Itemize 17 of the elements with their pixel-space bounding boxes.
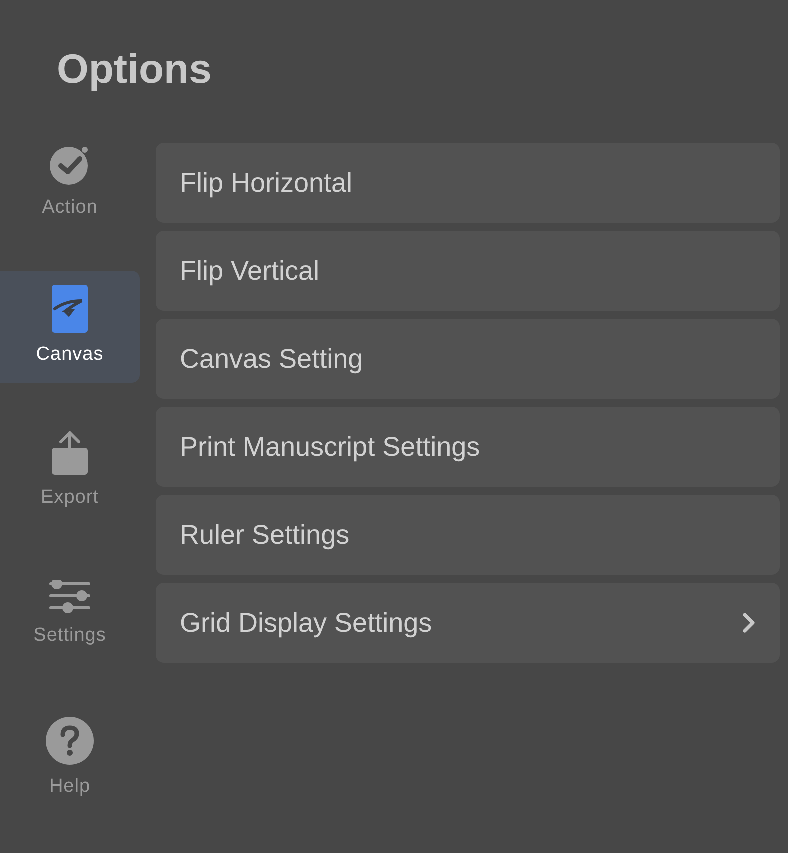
menu-item[interactable]: Ruler Settings xyxy=(156,495,780,575)
sidebar-tab[interactable]: Settings xyxy=(0,559,140,671)
sidebar-tab[interactable]: Export xyxy=(0,415,140,527)
page-title: Options xyxy=(57,45,212,94)
share-icon xyxy=(51,430,89,476)
sidebar-tab[interactable]: Help xyxy=(0,703,140,815)
sidebar-tab[interactable]: Action xyxy=(0,127,140,239)
menu-item[interactable]: Flip Horizontal xyxy=(156,143,780,223)
menu-item[interactable]: Canvas Setting xyxy=(156,319,780,399)
menu-item[interactable]: Flip Vertical xyxy=(156,231,780,311)
canvas-icon xyxy=(52,284,88,333)
help-icon xyxy=(46,716,94,765)
sliders-icon xyxy=(49,580,91,614)
chevron-right-icon xyxy=(742,612,756,634)
sidebar-tab[interactable]: Canvas xyxy=(0,271,140,383)
menu-item[interactable]: Print Manuscript Settings xyxy=(156,407,780,487)
menu-item[interactable]: Grid Display Settings xyxy=(156,583,780,663)
